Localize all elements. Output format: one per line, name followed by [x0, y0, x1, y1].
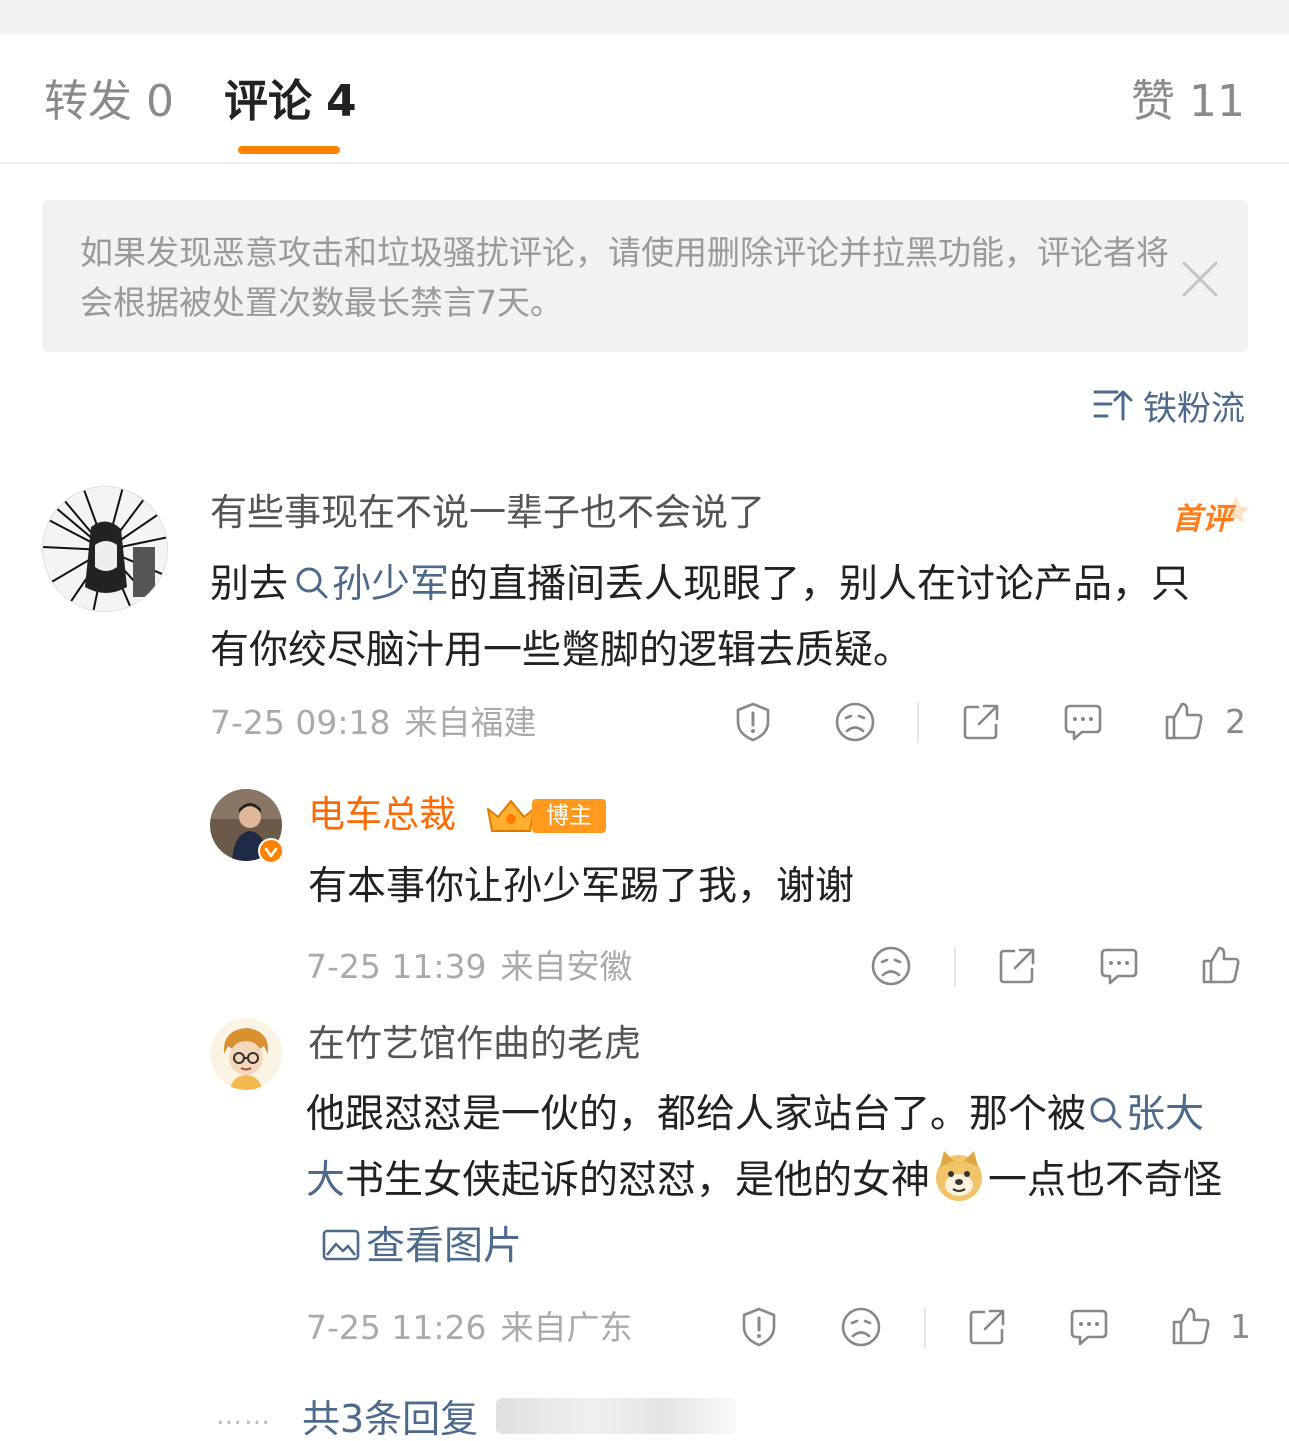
thumbs-up-icon	[1202, 946, 1240, 984]
search-icon	[296, 567, 328, 599]
comment-location: 来自福建	[404, 703, 537, 742]
tab-bar: 转发 0 评论 4 赞 11	[0, 34, 1289, 164]
tab-reposts-label: 转发	[44, 76, 132, 127]
thumbs-up-icon	[1172, 1307, 1210, 1345]
like-button[interactable]	[1200, 944, 1242, 986]
topic-link[interactable]: 孙少军	[288, 562, 449, 607]
view-image-link[interactable]: 查看图片	[322, 1224, 522, 1269]
dislike-button[interactable]	[870, 945, 912, 987]
tab-reposts-count: 0	[146, 76, 174, 127]
comment-bubble-icon	[1064, 704, 1102, 741]
sad-face-icon	[841, 1307, 881, 1347]
tab-likes[interactable]: 赞 11	[1131, 76, 1245, 128]
comment-text-before: 别去	[210, 562, 289, 607]
tab-comments[interactable]: 评论 4	[224, 76, 357, 128]
share-icon	[963, 704, 999, 740]
sort-icon	[1093, 390, 1133, 421]
reply-text-before: 他跟怼怼是一伙的，都给人家站台了。那个被	[306, 1092, 1087, 1137]
avatar[interactable]	[210, 1018, 282, 1090]
share-icon	[999, 948, 1035, 984]
comment-time: 7-25 09:18	[210, 703, 391, 742]
reply-meta: 7-25 11:26 来自广东	[306, 1308, 633, 1348]
tab-reposts[interactable]: 转发 0	[44, 76, 174, 128]
search-icon	[1090, 1097, 1122, 1129]
blurred-preview	[496, 1397, 737, 1434]
thumbs-up-icon	[1165, 702, 1203, 740]
reply-time: 7-25 11:39	[306, 947, 487, 986]
action-divider	[917, 703, 919, 743]
share-button[interactable]	[960, 701, 1002, 743]
sad-face-icon	[871, 946, 911, 986]
share-button[interactable]	[966, 1306, 1008, 1348]
reply-text: 他跟怼怼是一伙的，都给人家站台了。那个被 张大大书生女侠起诉的怼怼，是他的女神 一点…	[306, 1082, 1236, 1280]
comment-bubble-icon	[1070, 1309, 1108, 1346]
more-replies: …… 共3条回复	[216, 1388, 737, 1441]
report-button[interactable]	[738, 1306, 780, 1348]
reply-nickname[interactable]: 在竹艺馆作曲的老虎	[308, 1021, 641, 1067]
comment-meta: 7-25 09:18 来自福建	[210, 703, 537, 743]
share-icon	[969, 1309, 1005, 1345]
comment-bubble-icon	[1100, 948, 1138, 985]
like-count: 1	[1230, 1306, 1251, 1346]
reply-button[interactable]	[1098, 945, 1140, 987]
sort-label: 铁粉流	[1143, 388, 1245, 429]
like-button[interactable]: 2	[1163, 700, 1246, 742]
close-icon[interactable]	[1178, 257, 1222, 301]
sort-toggle[interactable]: 铁粉流	[1093, 380, 1245, 430]
tab-likes-label: 赞	[1131, 76, 1175, 127]
avatar[interactable]	[42, 486, 168, 612]
view-image-label: 查看图片	[366, 1224, 523, 1269]
reply-text-after: 一点也不奇怪	[988, 1158, 1223, 1203]
blogger-badge-label: 博主	[532, 799, 606, 833]
dislike-button[interactable]	[840, 1306, 882, 1348]
comment-nickname[interactable]: 有些事现在不说一辈子也不会说了	[210, 490, 765, 536]
dislike-button[interactable]	[834, 701, 876, 743]
notice-text: 如果发现恶意攻击和垃圾骚扰评论，请使用删除评论并拉黑功能，评论者将会根据被处置次…	[80, 233, 1169, 322]
alert-shield-icon	[736, 702, 770, 742]
moderation-notice: 如果发现恶意攻击和垃圾骚扰评论，请使用删除评论并拉黑功能，评论者将会根据被处置次…	[42, 200, 1248, 352]
share-button[interactable]	[996, 945, 1038, 987]
first-comment-label: 首评	[1172, 502, 1232, 537]
verified-icon	[258, 838, 284, 864]
reply-location: 来自广东	[500, 1308, 633, 1347]
crown-icon	[487, 800, 535, 832]
reply-time: 7-25 11:26	[306, 1308, 487, 1347]
more-replies-dots: ……	[216, 1400, 272, 1431]
comment-text: 别去 孙少军的直播间丢人现眼了，别人在讨论产品，只有你绞尽脑汁用一些蹩脚的逻辑去质…	[210, 552, 1220, 684]
active-tab-indicator	[238, 146, 340, 154]
image-icon	[322, 1229, 360, 1261]
blogger-badge: 博主	[484, 797, 606, 835]
reply-button[interactable]	[1068, 1306, 1110, 1348]
topic-link-label: 孙少军	[332, 562, 450, 607]
more-replies-link[interactable]: 共3条回复	[302, 1388, 478, 1441]
action-divider	[924, 1308, 926, 1348]
first-comment-badge: 首评	[1170, 492, 1250, 537]
reply-text-mid: 书生女侠起诉的怼怼，是他的女神	[345, 1158, 931, 1203]
like-count: 2	[1225, 701, 1246, 741]
reply-button[interactable]	[1062, 701, 1104, 743]
action-divider	[954, 947, 956, 987]
reply-text: 有本事你让孙少军踢了我，谢谢	[308, 864, 855, 909]
alert-shield-icon	[742, 1307, 776, 1347]
tab-likes-count: 11	[1189, 76, 1245, 127]
top-strip	[0, 0, 1289, 34]
reply-location: 来自安徽	[500, 947, 633, 986]
doge-emoji-icon	[936, 1151, 983, 1201]
tab-comments-label: 评论	[224, 76, 312, 127]
tab-comments-count: 4	[326, 76, 357, 127]
reply-nickname[interactable]: 电车总裁	[308, 792, 456, 838]
like-button[interactable]: 1	[1170, 1305, 1251, 1347]
reply-meta: 7-25 11:39 来自安徽	[306, 947, 633, 987]
sad-face-icon	[835, 702, 875, 742]
report-button[interactable]	[732, 701, 774, 743]
